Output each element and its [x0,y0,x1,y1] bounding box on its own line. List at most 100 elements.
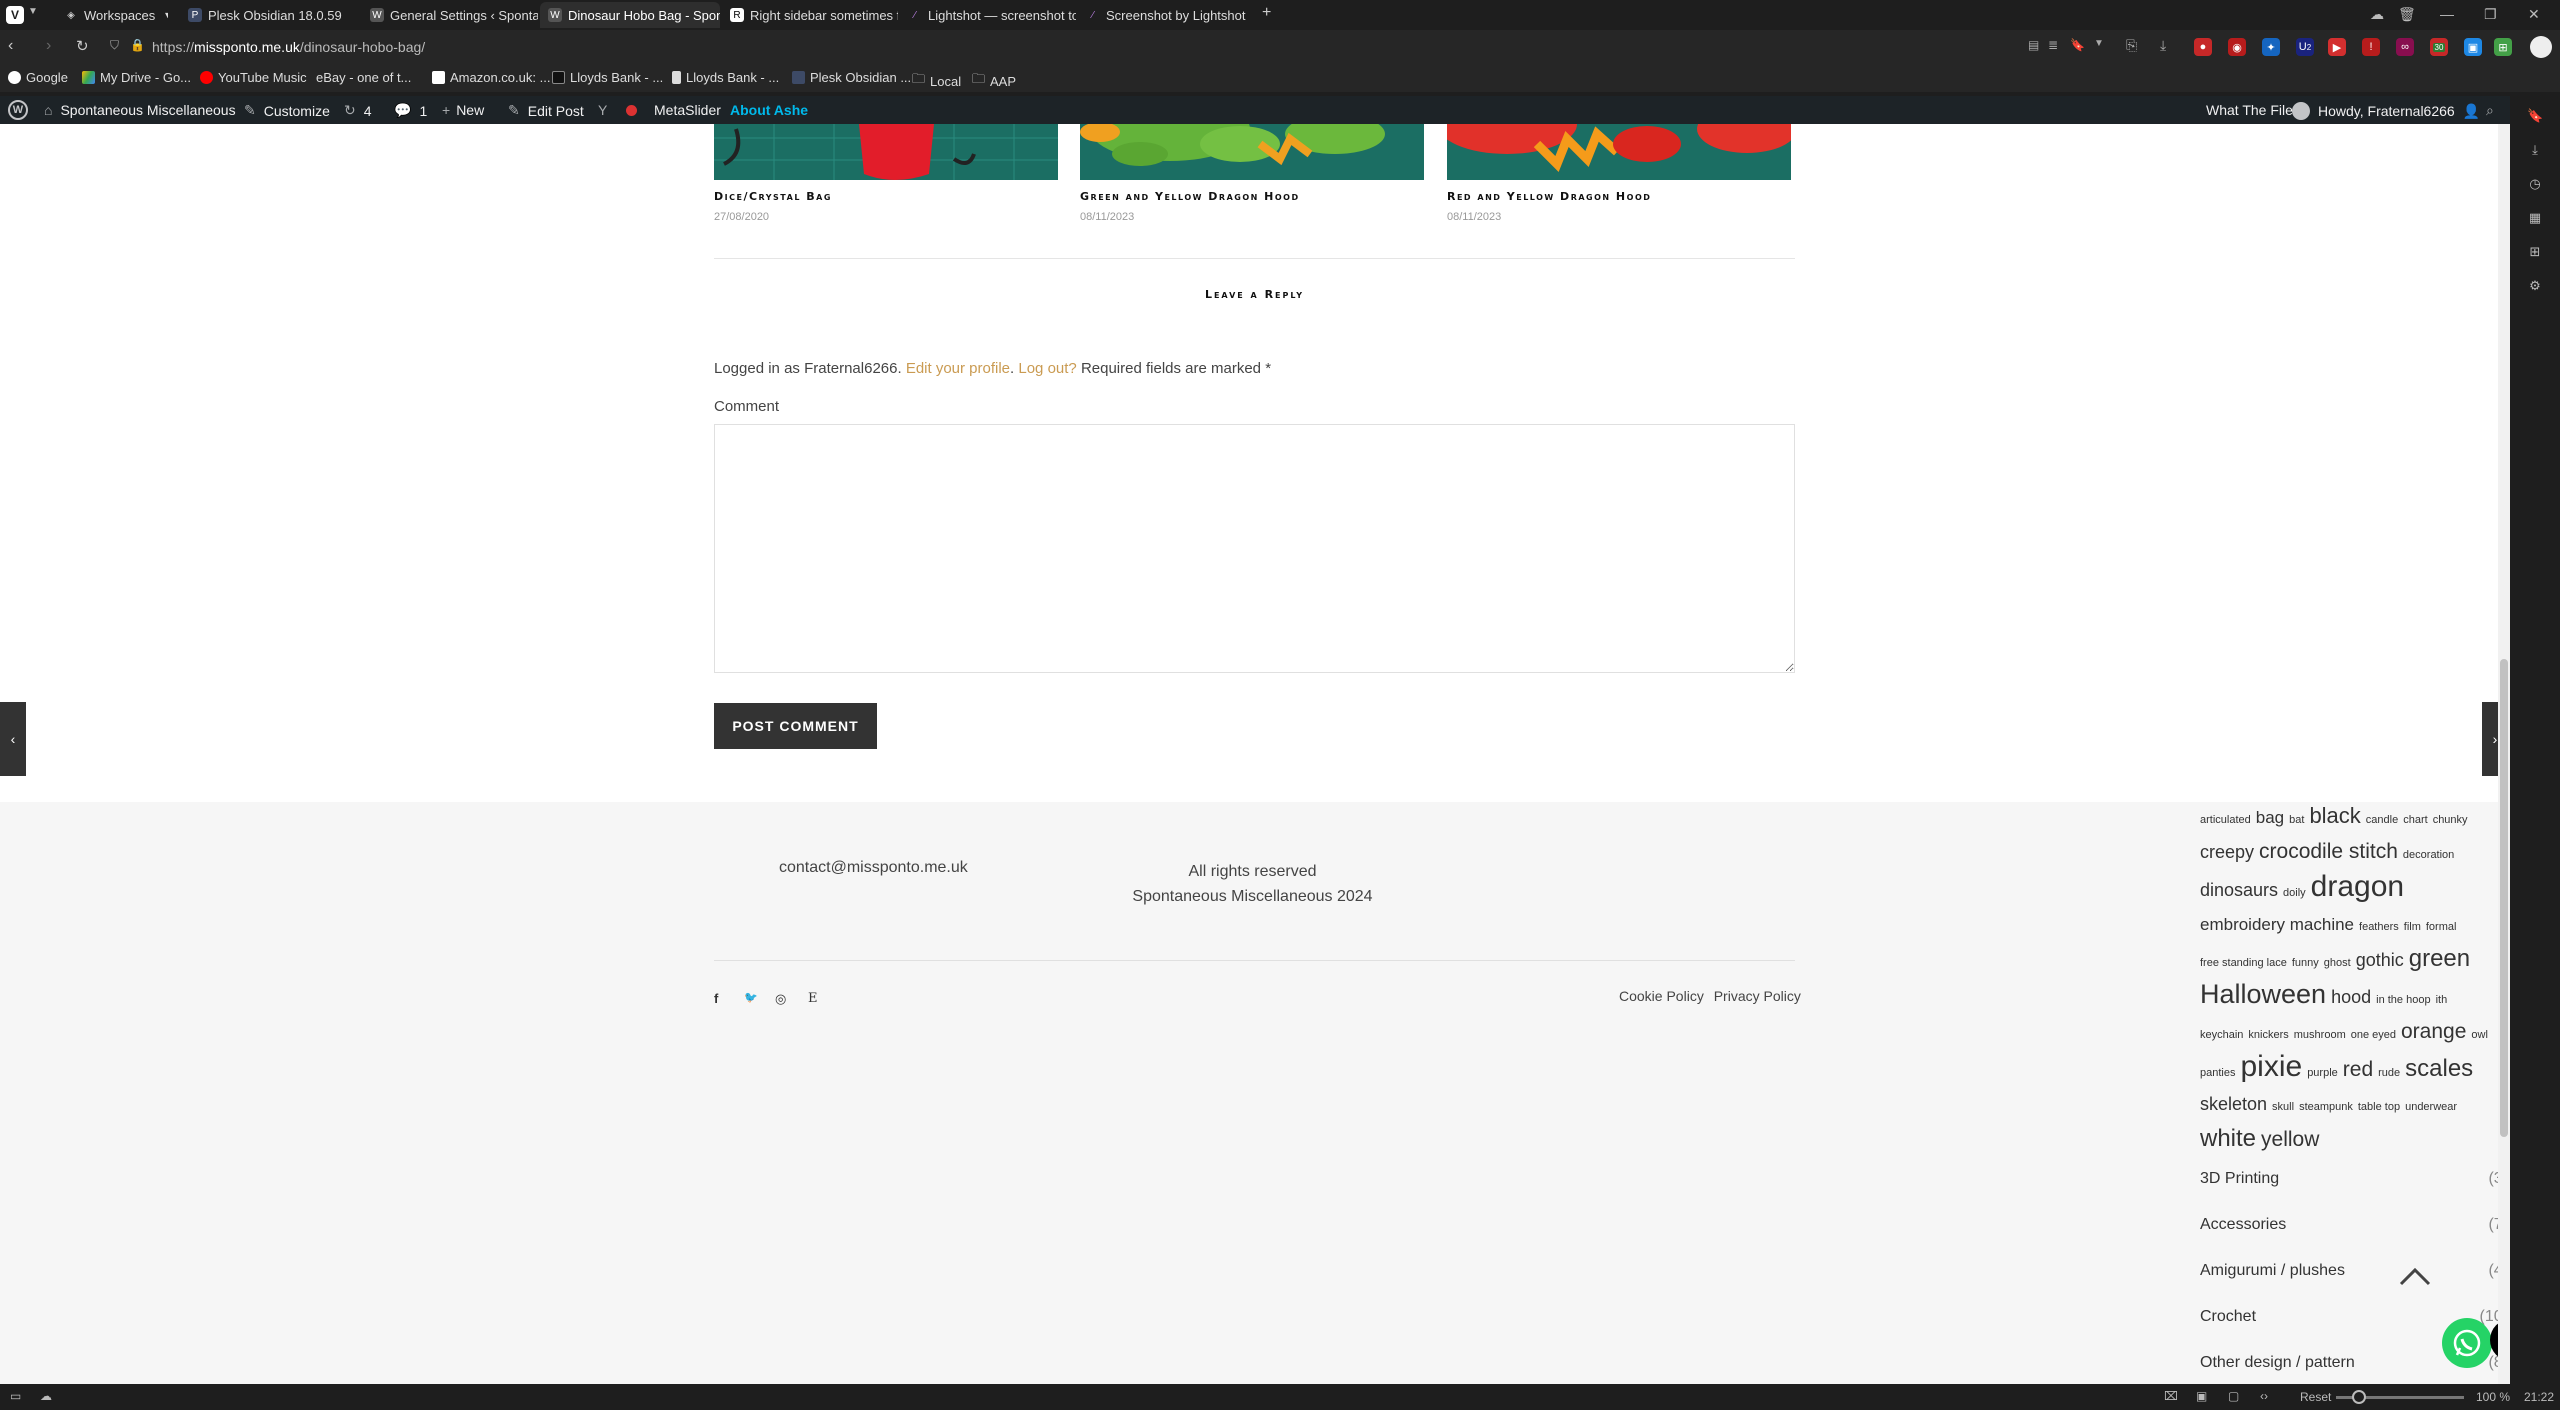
chevron-down-icon[interactable]: ▼ [2094,38,2104,49]
tag-link[interactable]: bat [2289,805,2304,836]
downloads-panel-icon[interactable]: ⤓ [2527,142,2543,158]
tag-link[interactable]: hood [2331,982,2371,1013]
tag-link[interactable]: white [2200,1123,2256,1154]
tab-general-settings[interactable]: W General Settings ‹ Spontane [362,2,538,28]
wp-new[interactable]: + New [442,102,484,118]
category-item[interactable]: Amigurumi / plushes(4) [2200,1262,2508,1280]
tag-link[interactable]: scales [2405,1053,2473,1084]
tag-link[interactable]: Halloween [2200,979,2326,1010]
related-post-title-1[interactable]: Dice/Crystal Bag [714,190,832,203]
code-icon[interactable]: ‹› [2260,1389,2268,1403]
close-window-button[interactable]: ✕ [2528,6,2540,23]
tag-link[interactable]: dinosaurs [2200,875,2278,906]
bookmark-ebay[interactable]: eBay - one of t... [316,70,411,85]
tag-link[interactable]: purple [2307,1058,2338,1089]
footer-contact-email[interactable]: contact@missponto.me.uk [779,859,968,877]
cloud-icon[interactable]: ☁ [40,1389,52,1403]
tag-link[interactable]: free standing lace [2200,948,2287,979]
tag-link[interactable]: formal [2426,912,2457,943]
wordpress-logo-icon[interactable]: W [8,100,28,120]
panel-toggle-icon[interactable]: ▭ [10,1389,21,1403]
related-post-title-3[interactable]: Red and Yellow Dragon Hood [1447,190,1651,203]
search-icon[interactable]: ⌕ [2486,102,2494,119]
tag-link[interactable]: chart [2403,805,2427,836]
tag-link[interactable]: owl [2471,1020,2488,1051]
tag-link[interactable]: pixie [2240,1051,2302,1082]
bookmarks-panel-icon[interactable]: 🔖 [2527,108,2543,124]
bookmark-folder-aap[interactable]: 🗀 AAP [972,70,1016,92]
tag-link[interactable]: skeleton [2200,1089,2267,1120]
add-panel-icon[interactable]: ⊞ [2527,244,2543,260]
wp-customize[interactable]: ✎ Customize [244,102,330,119]
trash-icon[interactable]: 🗑 [2398,6,2416,23]
tag-link[interactable]: creepy [2200,837,2254,868]
zoom-slider-handle[interactable] [2352,1390,2366,1404]
reload-icon[interactable]: ↻ [76,37,89,55]
tag-link[interactable]: funny [2292,948,2319,979]
tag-link[interactable]: doily [2283,878,2306,909]
post-comment-button[interactable]: POST COMMENT [714,703,877,749]
category-item[interactable]: 3D Printing(3) [2200,1170,2508,1188]
related-post-thumb-red-yellow-dragon[interactable] [1447,124,1791,180]
bookmark-plesk[interactable]: Plesk Obsidian ... [792,70,911,85]
tag-link[interactable]: dragon [2311,871,2404,902]
tag-link[interactable]: feathers [2359,912,2399,943]
restore-button[interactable]: ❐ [2484,6,2497,23]
wp-account[interactable]: Howdy, Fraternal6266 👤 [2292,102,2480,120]
tag-link[interactable]: steampunk [2299,1092,2353,1123]
shield-icon[interactable]: ⛉ [110,38,119,53]
bookmark-lloyds-1[interactable]: Lloyds Bank - ... [552,70,663,85]
tag-link[interactable]: gothic [2356,945,2404,976]
bookmark-google[interactable]: Google [8,70,68,85]
vivaldi-menu-icon[interactable]: V [6,6,24,24]
tab-right-sidebar[interactable]: R Right sidebar sometimes fa [722,2,898,28]
forward-icon[interactable]: › [46,37,51,55]
wp-updates[interactable]: ↻ 4 [344,102,372,119]
tag-link[interactable]: in the hoop [2376,985,2430,1016]
scroll-to-top-button[interactable] [2398,1264,2432,1290]
tag-link[interactable]: one eyed [2351,1020,2396,1051]
tag-link[interactable]: table top [2358,1092,2400,1123]
tag-link[interactable]: green [2409,943,2470,974]
tag-link[interactable]: black [2309,800,2360,831]
bookmarks-icon[interactable]: ⎘ [2126,37,2137,54]
calendar-panel-icon[interactable]: ▦ [2527,210,2543,226]
zoom-reset-button[interactable]: Reset [2300,1390,2331,1404]
extension-gamepad-icon[interactable]: ◉ [2228,38,2246,56]
extension-dropbox-icon[interactable]: ✦ [2262,38,2280,56]
tag-link[interactable]: panties [2200,1058,2235,1089]
category-item[interactable]: Accessories(7) [2200,1216,2508,1234]
related-post-thumb-green-yellow-dragon[interactable] [1080,124,1424,180]
tag-link[interactable]: keychain [2200,1020,2243,1051]
wp-what-the-file[interactable]: What The File [2206,102,2293,118]
scrollbar-thumb[interactable] [2500,659,2508,1137]
capture-icon[interactable]: ⌧ [2164,1389,2178,1403]
extension-counter-icon[interactable]: 30 [2430,38,2448,56]
tag-link[interactable]: mushroom [2294,1020,2346,1051]
tag-link[interactable]: underwear [2405,1092,2457,1123]
history-panel-icon[interactable]: ◷ [2527,176,2543,192]
edit-profile-link[interactable]: Edit your profile [906,360,1010,377]
wp-comments[interactable]: 💬 1 [394,102,427,119]
tag-link[interactable]: red [2343,1054,2373,1085]
cloud-sync-icon[interactable]: ☁ [2370,6,2384,23]
tag-link[interactable]: skull [2272,1092,2294,1123]
bookmark-page-icon[interactable]: 🔖 [2070,38,2085,52]
bookmark-folder-local[interactable]: 🗀 Local [912,70,961,92]
tag-link[interactable]: knickers [2248,1020,2288,1051]
tab-workspaces[interactable]: ◈ Workspaces ▼ [56,2,168,28]
log-out-link[interactable]: Log out? [1018,360,1076,377]
lock-icon[interactable]: 🔒 [130,38,145,52]
wp-site-name[interactable]: ⌂ Spontaneous Miscellaneous [44,102,236,118]
twitter-icon[interactable]: 🐦 [744,991,758,1004]
related-post-thumb-dice-bag[interactable] [714,124,1058,180]
tag-link[interactable]: film [2404,912,2421,943]
cookie-policy-link[interactable]: Cookie Policy [1619,988,1704,1004]
profile-avatar[interactable] [2530,36,2552,58]
bookmark-drive[interactable]: My Drive - Go... [82,70,191,85]
tag-link[interactable]: decoration [2403,840,2454,871]
extension-red-icon[interactable]: ● [2194,38,2212,56]
yoast-icon[interactable]: Y [598,102,607,118]
tag-link[interactable]: orange [2401,1016,2466,1047]
tag-link[interactable]: embroidery machine [2200,909,2354,940]
